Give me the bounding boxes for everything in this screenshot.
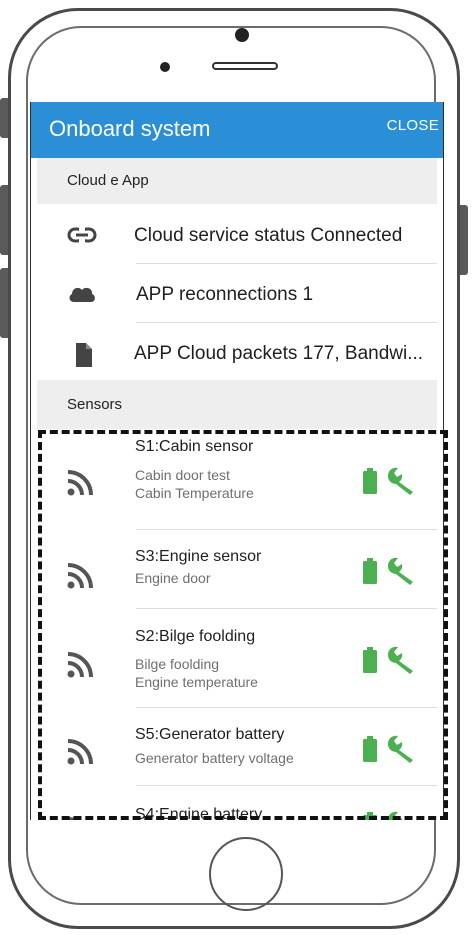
power-button: [460, 205, 468, 275]
battery-full-icon: [363, 647, 377, 673]
sensor-row[interactable]: S2:Bilge foolding Bilge foolding Engine …: [37, 609, 437, 708]
section-header-cloud: Cloud e App: [37, 158, 437, 204]
earpiece-speaker: [212, 62, 278, 70]
wrench-icon[interactable]: [385, 733, 417, 765]
app-screen: Onboard system CLOSE Cloud e App Cloud s…: [30, 102, 444, 820]
proximity-sensor: [160, 62, 170, 72]
sensor-detail: Engine door: [135, 570, 211, 586]
volume-down-button: [0, 268, 8, 338]
app-bar: Onboard system CLOSE: [31, 102, 443, 158]
battery-full-icon: [363, 468, 377, 494]
rss-feed-icon: [67, 470, 93, 496]
sensor-row[interactable]: S5:Generator battery Generator battery v…: [37, 708, 437, 786]
sensor-detail: Bilge foolding: [135, 656, 220, 672]
sensor-row[interactable]: S1:Cabin sensor Cabin door test Cabin Te…: [37, 429, 437, 530]
section-header-sensors: Sensors: [37, 380, 437, 429]
battery-full-icon: [363, 812, 377, 820]
sensor-name: S3:Engine sensor: [135, 548, 262, 565]
sensor-name: S2:Bilge foolding: [135, 628, 256, 645]
rss-feed-icon: [67, 652, 93, 678]
volume-up-button: [0, 185, 8, 255]
sensor-detail: Engine temperature: [135, 674, 258, 690]
sensor-name: S5:Generator battery: [135, 726, 285, 743]
sensor-detail: Cabin Temperature: [135, 485, 254, 501]
wrench-icon[interactable]: [385, 465, 417, 497]
list-item-app-cloud-packets[interactable]: APP Cloud packets 177, Bandwi...: [37, 324, 437, 382]
sensor-detail: Generator battery voltage: [135, 750, 294, 766]
home-button[interactable]: [209, 837, 283, 911]
rss-feed-icon: [67, 817, 80, 820]
battery-full-icon: [363, 558, 377, 584]
file-icon: [76, 343, 92, 367]
close-button[interactable]: CLOSE: [387, 117, 439, 134]
rss-feed-icon: [67, 739, 93, 765]
wrench-icon[interactable]: [385, 555, 417, 587]
list-item-label: APP reconnections 1: [136, 284, 314, 305]
page-title: Onboard system: [49, 116, 211, 141]
divider: [136, 263, 437, 264]
divider: [136, 322, 437, 323]
list-item-cloud-status[interactable]: Cloud service status Connected: [37, 206, 437, 264]
cloud-icon: [69, 287, 95, 302]
list-item-app-reconnections[interactable]: APP reconnections 1: [37, 265, 437, 323]
wrench-icon[interactable]: [385, 644, 417, 676]
rss-feed-icon: [67, 563, 93, 589]
sensor-row[interactable]: S3:Engine sensor Engine door: [37, 530, 437, 609]
sensor-name: S4:Engine battery: [135, 806, 263, 820]
list-item-label: APP Cloud packets 177, Bandwi...: [134, 343, 424, 364]
link-icon: [67, 227, 97, 243]
battery-full-icon: [363, 736, 377, 762]
list-item-label: Cloud service status Connected: [134, 225, 403, 246]
mute-switch: [0, 98, 8, 138]
wrench-icon[interactable]: [385, 809, 417, 820]
sensor-name: S1:Cabin sensor: [135, 438, 254, 455]
sensor-detail: Cabin door test: [135, 467, 230, 483]
front-camera: [235, 28, 249, 42]
sensor-row[interactable]: S4:Engine battery: [37, 786, 437, 820]
